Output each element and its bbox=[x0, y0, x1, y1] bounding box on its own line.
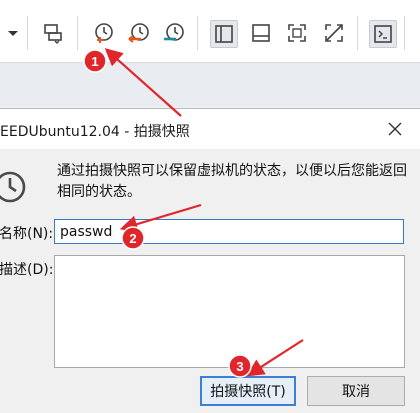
dialog-description: 通过拍摄快照可以保留虚拟机的状态，以便以后您能返回相同的状态。 bbox=[57, 163, 407, 200]
name-label: 名称(N): bbox=[0, 226, 54, 242]
toolbar-divider bbox=[357, 16, 358, 50]
take-snapshot-icon[interactable] bbox=[91, 20, 117, 46]
toolbar-divider bbox=[197, 16, 198, 50]
cancel-button[interactable]: 取消 bbox=[307, 376, 405, 406]
dropdown-arrow-icon[interactable] bbox=[0, 20, 26, 46]
vm-toolbar bbox=[0, 0, 420, 63]
sidebar-layout-icon[interactable] bbox=[210, 20, 238, 48]
tab-strip-area bbox=[0, 63, 420, 107]
toolbar-divider bbox=[27, 16, 28, 50]
take-snapshot-button[interactable]: 拍摄快照(T) bbox=[200, 376, 296, 406]
network-devices-icon[interactable] bbox=[40, 20, 66, 46]
toolbar-divider bbox=[404, 16, 405, 50]
dialog-titlebar: EEDUbuntu12.04 - 拍摄快照 bbox=[0, 109, 420, 149]
snapshot-name-input[interactable] bbox=[54, 219, 404, 244]
description-label: 描述(D): bbox=[0, 262, 54, 278]
toolbar-divider bbox=[77, 16, 78, 50]
clock-icon bbox=[0, 169, 28, 209]
bottom-panel-layout-icon[interactable] bbox=[248, 20, 274, 46]
dialog-title: EEDUbuntu12.04 - 拍摄快照 bbox=[0, 124, 190, 140]
unity-mode-icon[interactable] bbox=[321, 20, 347, 46]
revert-snapshot-icon[interactable] bbox=[126, 20, 152, 46]
close-icon[interactable] bbox=[382, 116, 408, 142]
full-screen-icon[interactable] bbox=[284, 20, 310, 46]
console-view-icon[interactable] bbox=[369, 20, 397, 48]
snapshot-manager-icon[interactable] bbox=[161, 20, 187, 46]
snapshot-description-input[interactable] bbox=[54, 255, 405, 368]
take-snapshot-dialog: EEDUbuntu12.04 - 拍摄快照 通过拍摄快照可以保留虚拟机的状态，以… bbox=[0, 108, 420, 413]
